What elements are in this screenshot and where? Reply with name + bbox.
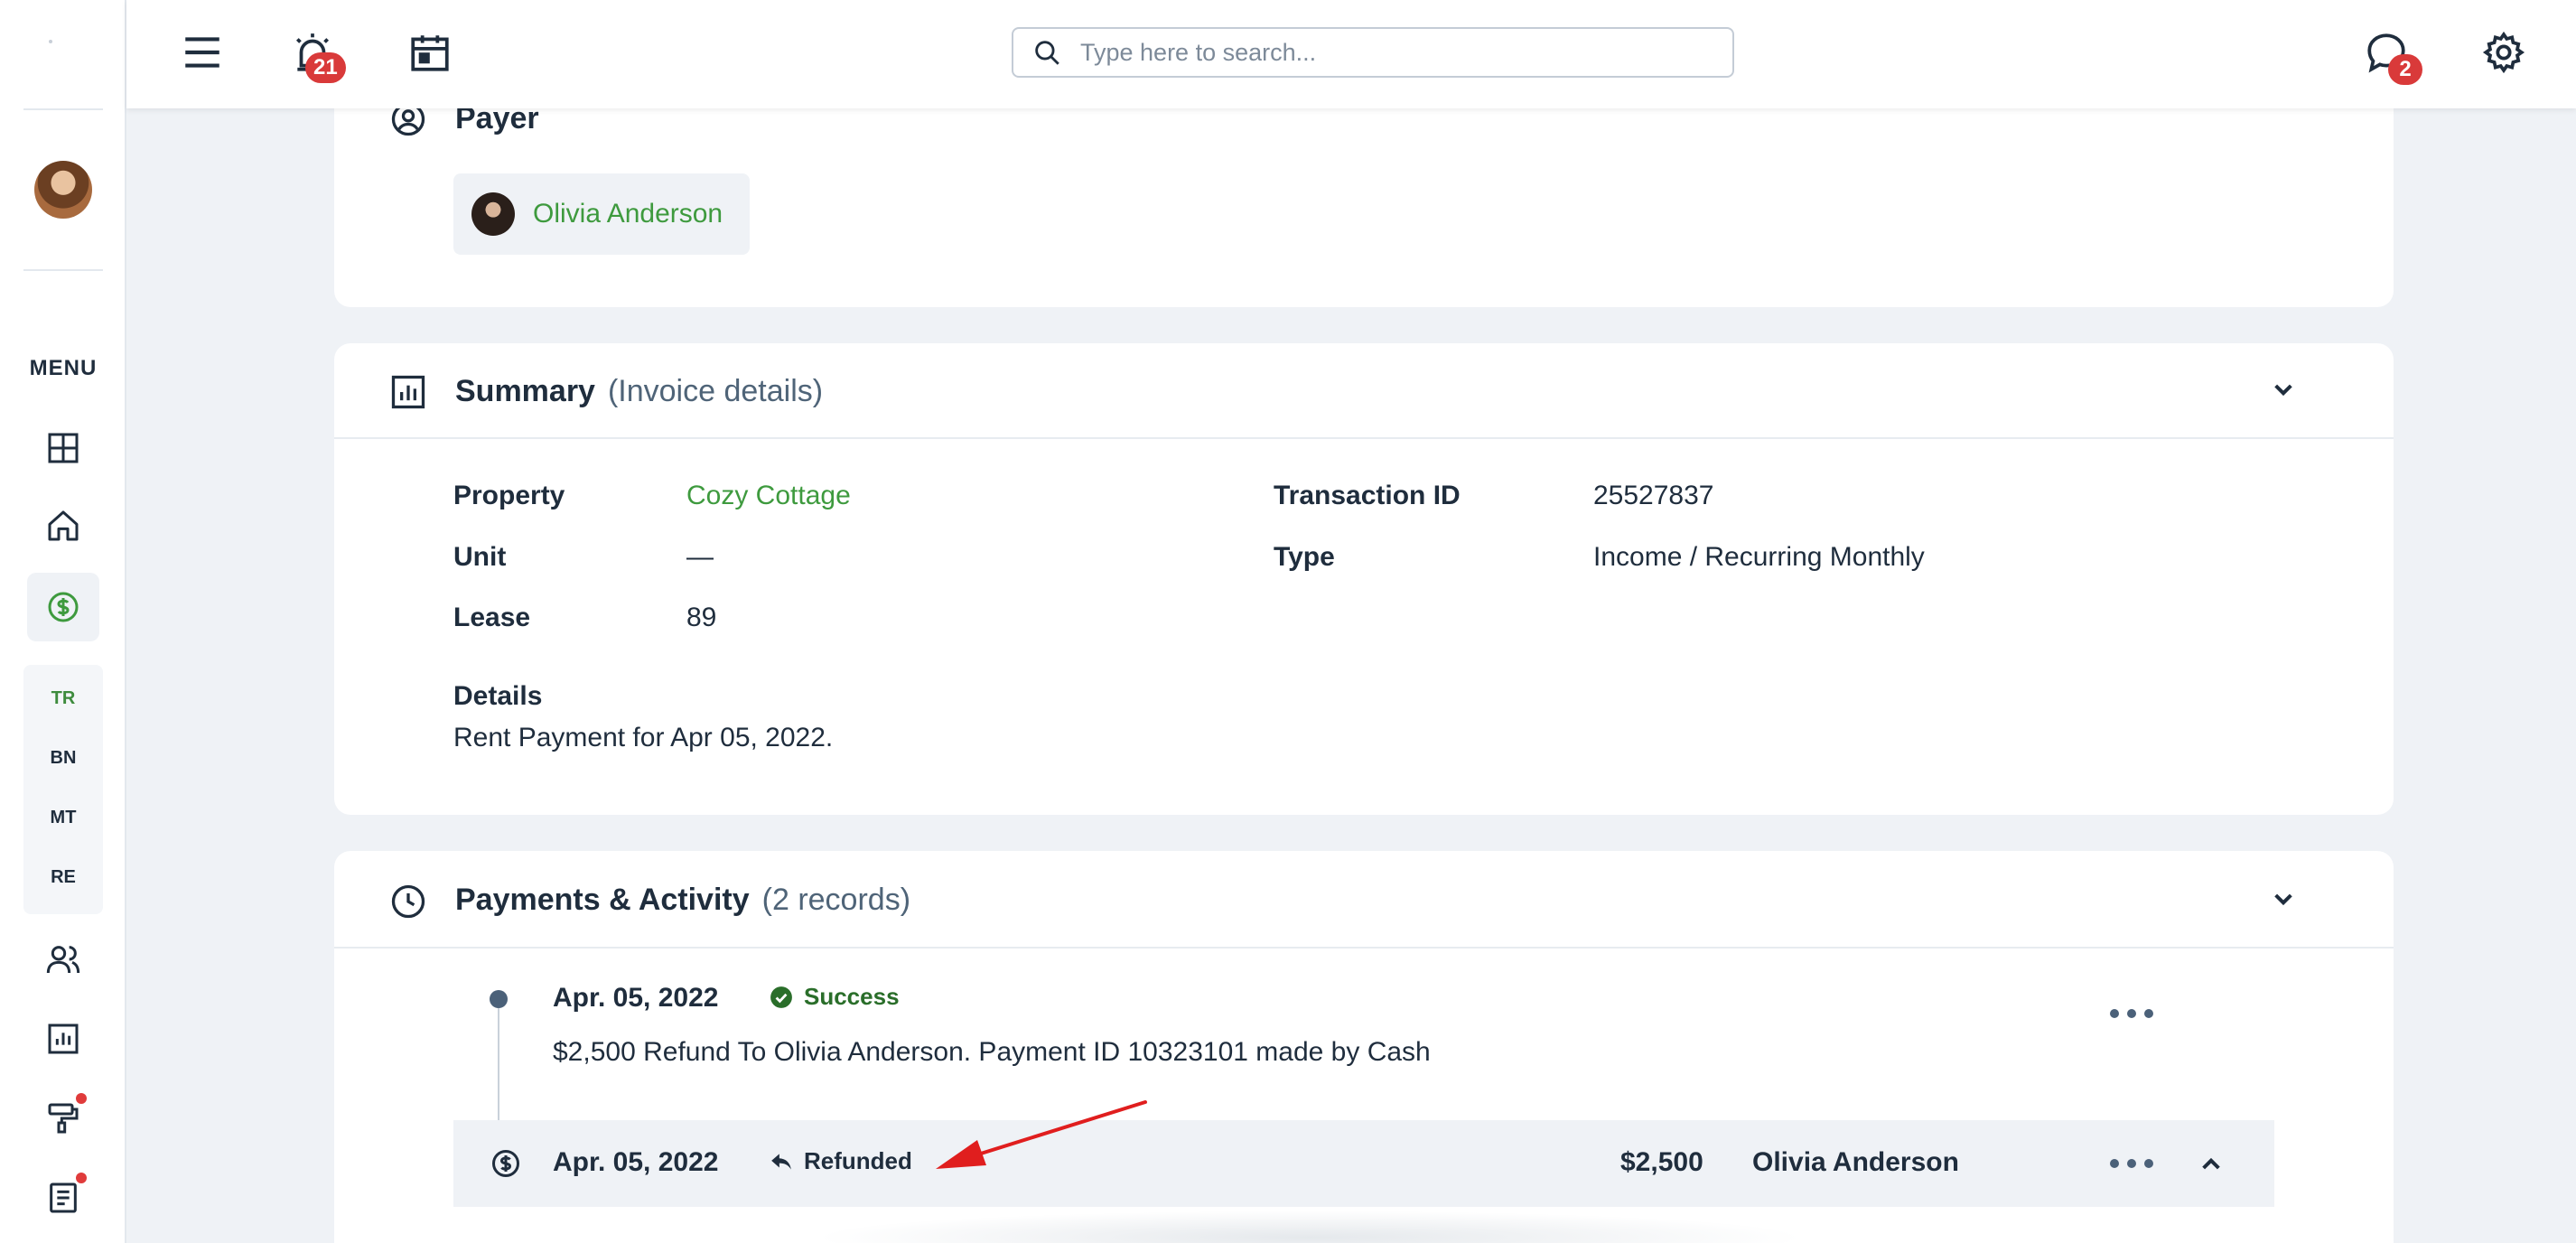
chat-badge: 2 <box>2388 54 2422 85</box>
refund-more-button[interactable] <box>2110 1154 2153 1173</box>
summary-card: Summary (Invoice details) Property Cozy C… <box>334 343 2394 815</box>
bar-chart-icon <box>48 1023 79 1054</box>
search-box[interactable] <box>1012 27 1734 78</box>
activity-description: $2,500 Refund To Olivia Anderson. Paymen… <box>553 1037 1431 1067</box>
card-divider <box>334 437 2394 439</box>
menu-toggle-button[interactable] <box>173 23 231 81</box>
activity-more-button[interactable] <box>2110 1005 2153 1023</box>
document-icon <box>50 1182 77 1213</box>
chevron-down-icon <box>2274 384 2292 397</box>
alarm-badge: 21 <box>305 52 346 83</box>
search-input[interactable] <box>1080 38 1713 67</box>
sidebar-item-accounting[interactable] <box>27 573 99 641</box>
details-label: Details <box>453 681 543 711</box>
hamburger-icon <box>185 37 219 68</box>
paint-roller-icon <box>48 1103 79 1134</box>
unit-label: Unit <box>453 542 507 572</box>
menu-label: MENU <box>29 356 98 380</box>
calendar-icon <box>411 35 449 71</box>
activity-subtitle: (2 records) <box>761 883 911 917</box>
success-status: Success <box>770 983 900 1011</box>
sidebar-divider <box>23 108 103 110</box>
notification-dot <box>76 1093 87 1104</box>
activity-card: Payments & Activity (2 records) Apr. 05, … <box>334 851 2394 1243</box>
details-value: Rent Payment for Apr 05, 2022. <box>453 723 834 752</box>
unit-value: — <box>686 542 714 572</box>
summary-title: Summary (Invoice details) <box>455 374 824 408</box>
sidebar-item-dashboard[interactable] <box>27 414 99 482</box>
type-value: Income / Recurring Monthly <box>1593 542 1925 572</box>
user-avatar[interactable] <box>34 161 92 219</box>
chevron-up-icon <box>2202 1157 2220 1170</box>
chevron-down-icon <box>2274 893 2292 906</box>
submenu-item-mt[interactable]: MT <box>23 808 103 828</box>
activity-title: Payments & Activity (2 records) <box>455 883 911 917</box>
transaction-id-value: 25527837 <box>1593 481 1714 510</box>
notification-dot <box>76 1173 87 1183</box>
refund-amount: $2,500 <box>1620 1147 1703 1177</box>
submenu-item-tr[interactable]: TR <box>23 688 103 709</box>
sidebar: MENU TR BN MT RE <box>0 0 126 1243</box>
dashboard-icon <box>48 433 79 463</box>
payer-chip[interactable]: Olivia Anderson <box>453 173 750 255</box>
sidebar-item-reports[interactable] <box>27 1005 99 1073</box>
accounting-submenu: TR BN MT RE <box>23 665 103 914</box>
sidebar-item-people[interactable] <box>27 925 99 994</box>
annotation-arrow-icon <box>936 1100 1147 1169</box>
summary-subtitle: (Invoice details) <box>607 374 824 408</box>
sidebar-item-home[interactable] <box>27 491 99 560</box>
timeline-line <box>498 1008 499 1120</box>
refund-payer-name: Olivia Anderson <box>1752 1147 1959 1177</box>
activity-collapse-toggle[interactable] <box>2265 882 2301 918</box>
type-label: Type <box>1274 542 1335 572</box>
sidebar-divider <box>23 269 103 271</box>
people-icon <box>46 946 80 974</box>
refund-collapse-toggle[interactable] <box>2193 1145 2229 1182</box>
card-divider <box>334 947 2394 949</box>
refunded-status: Refunded <box>770 1147 912 1175</box>
submenu-item-re[interactable]: RE <box>23 867 103 888</box>
sidebar-item-maintenance[interactable] <box>27 1084 99 1153</box>
gear-icon <box>2482 31 2525 74</box>
timeline-dot <box>490 990 508 1008</box>
dollar-circle-icon <box>490 1147 522 1180</box>
payer-name[interactable]: Olivia Anderson <box>533 199 723 229</box>
clock-icon <box>388 882 428 921</box>
sidebar-item-documents[interactable] <box>27 1164 99 1232</box>
submenu-item-bn[interactable]: BN <box>23 748 103 769</box>
lease-label: Lease <box>453 603 531 632</box>
refund-row[interactable]: Apr. 05, 2022 Refunded $2,500 Olivia And… <box>453 1120 2274 1207</box>
settings-button[interactable] <box>2475 23 2533 81</box>
logo <box>49 40 52 43</box>
scroll-shadow <box>813 1210 1806 1243</box>
property-link[interactable]: Cozy Cottage <box>686 481 851 511</box>
reply-arrow-icon <box>771 1153 791 1170</box>
bar-chart-icon <box>388 372 428 412</box>
lease-value: 89 <box>686 603 717 632</box>
calendar-button[interactable] <box>401 23 459 81</box>
search-icon <box>1035 41 1059 65</box>
home-icon <box>48 510 79 541</box>
top-bar: 21 2 <box>126 0 2576 108</box>
dollar-circle-icon <box>48 592 79 622</box>
refund-date: Apr. 05, 2022 <box>553 1147 719 1177</box>
property-label: Property <box>453 481 565 510</box>
check-circle-icon <box>770 986 792 1008</box>
activity-date: Apr. 05, 2022 <box>553 983 719 1013</box>
payer-avatar <box>471 192 515 236</box>
summary-collapse-toggle[interactable] <box>2265 372 2301 408</box>
transaction-id-label: Transaction ID <box>1274 481 1461 510</box>
